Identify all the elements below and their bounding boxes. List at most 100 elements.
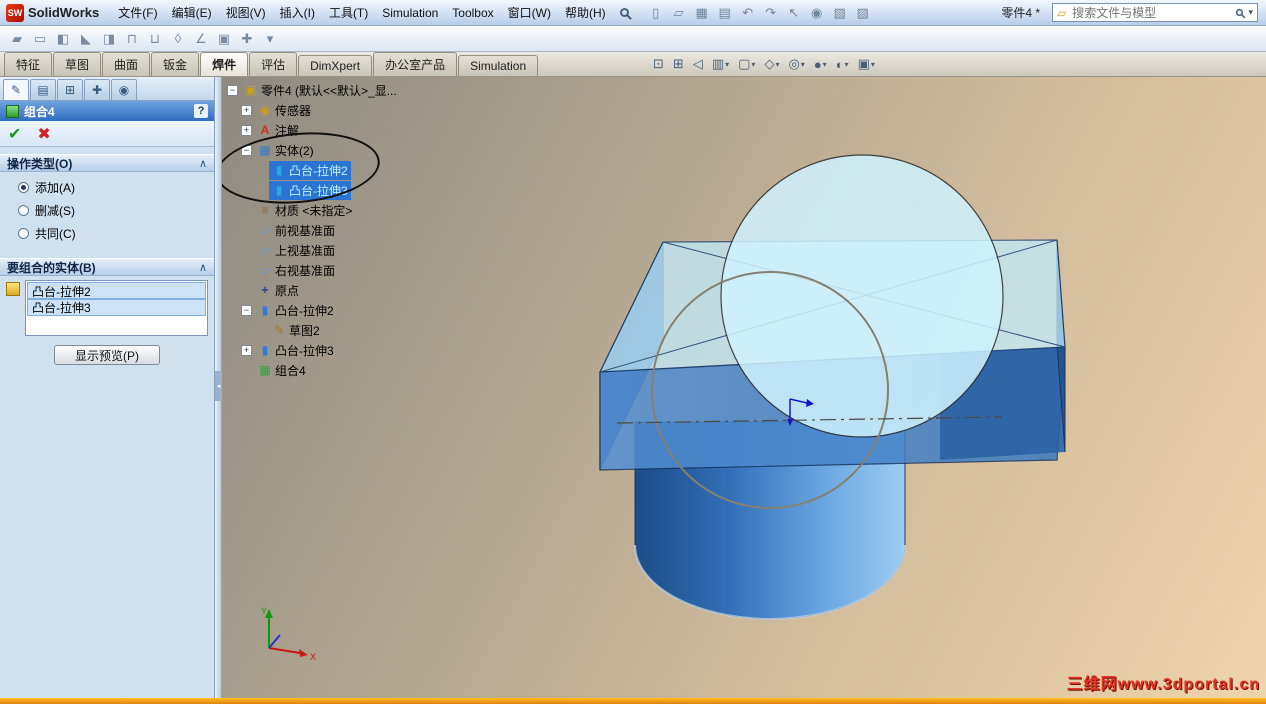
weld-bead-icon[interactable]: ◨ bbox=[98, 28, 120, 49]
fillet-icon[interactable]: ∠ bbox=[190, 28, 212, 49]
hide-show-items-icon[interactable]: ◎ ▾ bbox=[785, 54, 807, 74]
propertymanager-tab[interactable]: ✎ bbox=[3, 79, 29, 100]
expand-toggle-icon[interactable]: + bbox=[241, 104, 252, 116]
show-preview-button[interactable]: 显示预览(P) bbox=[54, 345, 160, 365]
tree-item-14[interactable]: ▦ 组合4 bbox=[225, 360, 435, 380]
tree-item-4[interactable]: ▮ 凸台-拉伸2 bbox=[225, 160, 435, 180]
radio-add[interactable]: 添加(A) bbox=[6, 176, 208, 199]
menu-item-文件(F)[interactable]: 文件(F) bbox=[111, 1, 164, 24]
search-dropdown-caret[interactable]: ▾ bbox=[1248, 7, 1253, 18]
splitter-grip[interactable]: ◂ bbox=[215, 371, 222, 401]
open-icon[interactable]: ▱ bbox=[668, 3, 690, 23]
trim-extend-icon[interactable]: ▭ bbox=[29, 28, 51, 49]
display-style-icon[interactable]: ◇ ▾ bbox=[761, 54, 782, 74]
end-cap-icon[interactable]: ◧ bbox=[52, 28, 74, 49]
tab-DimXpert[interactable]: DimXpert bbox=[298, 55, 373, 76]
view-settings-icon[interactable]: ▣ ▾ bbox=[855, 54, 878, 74]
tree-item-10[interactable]: + 原点 bbox=[225, 280, 435, 300]
print-icon[interactable]: ▤ bbox=[714, 3, 736, 23]
hole-wizard-icon[interactable]: ◊ bbox=[167, 28, 189, 49]
menu-item-帮助(H)[interactable]: 帮助(H) bbox=[558, 1, 613, 24]
tree-item-11[interactable]: − ▮ 凸台-拉伸2 bbox=[225, 300, 435, 320]
menu-item-视图(V)[interactable]: 视图(V) bbox=[219, 1, 273, 24]
tab-钣金[interactable]: 钣金 bbox=[151, 52, 200, 76]
tree-item-1[interactable]: + ◉ 传感器 bbox=[225, 100, 435, 120]
tree-item-9[interactable]: ▱ 右视基准面 bbox=[225, 260, 435, 280]
menu-item-窗口(W)[interactable]: 窗口(W) bbox=[501, 1, 558, 24]
select-icon[interactable]: ↖ bbox=[783, 3, 805, 23]
toolbar-dropdown-caret[interactable]: ▾ bbox=[259, 28, 281, 49]
redo-icon[interactable]: ↷ bbox=[760, 3, 782, 23]
radio-subtract[interactable]: 删减(S) bbox=[6, 199, 208, 222]
tab-曲面[interactable]: 曲面 bbox=[102, 52, 151, 76]
displaymanager-tab[interactable]: ✚ bbox=[84, 79, 110, 100]
section-view-icon[interactable]: ▥ ▾ bbox=[709, 54, 732, 74]
body-list-item[interactable]: 凸台-拉伸2 bbox=[27, 282, 206, 300]
tab-评估[interactable]: 评估 bbox=[249, 52, 298, 76]
cylinder-top-face[interactable] bbox=[720, 154, 1004, 438]
file-properties-icon[interactable]: ▧ bbox=[829, 3, 851, 23]
extruded-cut-icon[interactable]: ⊔ bbox=[144, 28, 166, 49]
panel-splitter[interactable]: ◂ bbox=[215, 77, 222, 698]
bodies-selection-list[interactable]: 凸台-拉伸2 凸台-拉伸3 bbox=[25, 280, 208, 336]
edit-appearance-icon[interactable]: ● ▾ bbox=[811, 55, 830, 74]
menu-item-Toolbox[interactable]: Toolbox bbox=[445, 3, 500, 23]
tree-item-5[interactable]: ▮ 凸台-拉伸3 bbox=[225, 180, 435, 200]
options-icon[interactable]: ▨ bbox=[852, 3, 874, 23]
tab-焊件[interactable]: 焊件 bbox=[200, 52, 249, 76]
tree-item-7[interactable]: ▱ 前视基准面 bbox=[225, 220, 435, 240]
search-input[interactable] bbox=[1070, 4, 1232, 21]
save-icon[interactable]: ▦ bbox=[691, 3, 713, 23]
body-list-item[interactable]: 凸台-拉伸3 bbox=[27, 298, 206, 316]
rebuild-icon[interactable]: ◉ bbox=[806, 3, 828, 23]
view-orientation-icon[interactable]: ▢ ▾ bbox=[735, 54, 758, 74]
expand-toggle-icon[interactable]: + bbox=[241, 344, 252, 356]
tab-特征[interactable]: 特征 bbox=[4, 52, 53, 76]
cancel-button[interactable]: ✖ bbox=[37, 124, 50, 144]
structural-member-icon[interactable]: ▰ bbox=[6, 28, 28, 49]
undo-icon[interactable]: ↶ bbox=[737, 3, 759, 23]
radio-common[interactable]: 共同(C) bbox=[6, 222, 208, 245]
bodies-to-combine-section-header[interactable]: 要组合的实体(B) ∧ bbox=[0, 258, 214, 276]
expand-toggle-icon[interactable]: − bbox=[241, 304, 252, 316]
zoom-area-icon[interactable]: ⊞ bbox=[670, 54, 687, 74]
tab-草图[interactable]: 草图 bbox=[53, 52, 102, 76]
collapse-chevron-icon[interactable]: ∧ bbox=[199, 261, 207, 274]
tab-办公室产品[interactable]: 办公室产品 bbox=[373, 52, 458, 76]
tree-item-2[interactable]: + A 注解 bbox=[225, 120, 435, 140]
tree-item-13[interactable]: + ▮ 凸台-拉伸3 bbox=[225, 340, 435, 360]
menu-item-编辑(E)[interactable]: 编辑(E) bbox=[165, 1, 219, 24]
collapse-chevron-icon[interactable]: ∧ bbox=[199, 157, 207, 170]
tree-item-6[interactable]: ≡ 材质 <未指定> bbox=[225, 200, 435, 220]
expand-toggle-icon[interactable]: − bbox=[241, 144, 252, 156]
expand-toggle-icon[interactable]: − bbox=[227, 84, 238, 96]
dimxpert-manager-tab[interactable]: ⊞ bbox=[57, 79, 83, 100]
previous-view-icon[interactable]: ◁ bbox=[690, 54, 706, 74]
radio-subtract-circle[interactable] bbox=[18, 205, 29, 216]
chamfer-icon[interactable]: ▣ bbox=[213, 28, 235, 49]
appearances-tab[interactable]: ◉ bbox=[111, 79, 137, 100]
tab-Simulation[interactable]: Simulation bbox=[458, 55, 539, 76]
tree-item-0[interactable]: − ▣ 零件4 (默认<<默认>_显... bbox=[225, 80, 435, 100]
help-button[interactable]: ? bbox=[194, 104, 208, 118]
tree-item-3[interactable]: − ▦ 实体(2) bbox=[225, 140, 435, 160]
apply-scene-icon[interactable]: ◐ ▾ bbox=[833, 55, 852, 74]
tree-item-12[interactable]: ✎ 草图2 bbox=[225, 320, 435, 340]
operation-type-section-header[interactable]: 操作类型(O) ∧ bbox=[0, 154, 214, 172]
new-document-icon[interactable]: ▯ bbox=[645, 3, 667, 23]
search-icon[interactable] bbox=[1236, 8, 1244, 17]
zoom-fit-icon[interactable]: ⊡ bbox=[650, 54, 667, 74]
graphics-area[interactable]: Y X − ▣ 零件4 (默认<<默认>_显... + ◉ 传感器 + A 注解 − ▦ 实体(2) ▮… bbox=[222, 77, 1266, 698]
gusset-icon[interactable]: ◣ bbox=[75, 28, 97, 49]
reference-geometry-icon[interactable]: ✚ bbox=[236, 28, 258, 49]
configurations-tab[interactable]: ▤ bbox=[30, 79, 56, 100]
radio-common-circle[interactable] bbox=[18, 228, 29, 239]
menu-item-Simulation[interactable]: Simulation bbox=[375, 3, 445, 23]
menu-item-工具(T)[interactable]: 工具(T) bbox=[322, 1, 375, 24]
expand-toggle-icon[interactable]: + bbox=[241, 124, 252, 136]
radio-add-circle[interactable] bbox=[18, 182, 29, 193]
ok-button[interactable]: ✔ bbox=[8, 124, 21, 144]
menu-item-插入(I)[interactable]: 插入(I) bbox=[273, 1, 322, 24]
tree-item-8[interactable]: ▱ 上视基准面 bbox=[225, 240, 435, 260]
search-commands-icon[interactable] bbox=[615, 3, 635, 23]
